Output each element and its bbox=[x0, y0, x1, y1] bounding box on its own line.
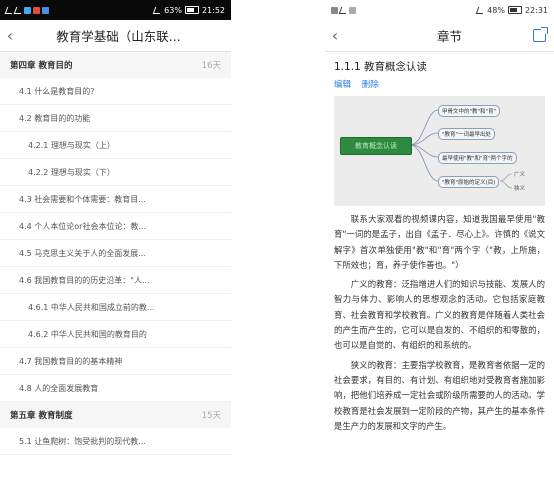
clock: 22:31 bbox=[524, 5, 548, 15]
clock: 21:52 bbox=[201, 5, 225, 15]
wifi-icon bbox=[152, 6, 163, 14]
page-title: 章节 bbox=[436, 29, 462, 44]
chapter-header[interactable]: 第四章 教育目的 16天 bbox=[0, 52, 231, 78]
delete-link[interactable]: 删除 bbox=[362, 80, 379, 90]
lesson-item[interactable]: 4.4 个人本位论or社会本位论：教... bbox=[0, 213, 231, 240]
paragraph: 广义的教育：泛指增进人们的知识与技能、发展人的智力与体力、影响人的思想观念的活动… bbox=[334, 279, 545, 351]
mind-map-leaf: 广义 bbox=[514, 172, 526, 178]
action-links: 编辑 删除 bbox=[325, 76, 554, 94]
lesson-item[interactable]: 4.3 社会需要和个体需要：教育目... bbox=[0, 186, 231, 213]
paragraph: 联系大家观看的视频课内容，知道我国最早使用"教育"一词的是孟子，出自《孟子．尽心… bbox=[334, 214, 545, 270]
left-phone-screen: 63% 21:52 ‹ 教育学基础（山东联... 第四章 教育目的 16天 4.… bbox=[0, 0, 231, 498]
wifi-icon bbox=[475, 6, 486, 14]
mind-map-node: 甲骨文中的"教"和"育" bbox=[438, 105, 501, 117]
back-arrow-icon[interactable]: ‹ bbox=[0, 26, 20, 45]
signal-icon bbox=[338, 6, 349, 14]
chapter-header[interactable]: 第五章 教育制度 15天 bbox=[0, 402, 231, 428]
lesson-item[interactable]: 4.2 教育目的的功能 bbox=[0, 105, 231, 132]
lesson-item[interactable]: 4.7 我国教育目的的基本精神 bbox=[0, 348, 231, 375]
article-body: 联系大家观看的视频课内容，知道我国最早使用"教育"一词的是孟子，出自《孟子．尽心… bbox=[325, 206, 554, 444]
battery-icon bbox=[184, 6, 199, 14]
battery-percent: 63% bbox=[164, 5, 182, 15]
back-arrow-icon[interactable]: ‹ bbox=[325, 26, 345, 45]
chapter-title: 第五章 教育制度 bbox=[10, 411, 73, 421]
chapter-title: 第四章 教育目的 bbox=[10, 61, 73, 71]
app-notification-icon bbox=[24, 6, 31, 14]
nav-bar: ‹ 教育学基础（山东联... bbox=[0, 20, 231, 52]
app-notification-icon bbox=[349, 6, 356, 14]
page-title: 教育学基础（山东联... bbox=[56, 29, 181, 44]
lesson-item[interactable]: 4.1 什么是教育目的? bbox=[0, 78, 231, 105]
mind-map-node: "教育"原始的定义(目) bbox=[438, 176, 500, 188]
app-notification-icon bbox=[33, 6, 40, 14]
right-phone-screen: 48% 22:31 ‹ 章节 1.1.1 教育概念认读 编辑 删除 教育概念认读… bbox=[325, 0, 554, 498]
lesson-list: 4.1 什么是教育目的? 4.2 教育目的的功能 4.2.1 理想与现实（上） 4.2… bbox=[0, 78, 231, 402]
battery-percent: 48% bbox=[487, 5, 505, 15]
mind-map-node: 最早使用"教"和"育"两个字的 bbox=[438, 152, 517, 164]
edit-link[interactable]: 编辑 bbox=[334, 80, 351, 90]
section-title: 1.1.1 教育概念认读 bbox=[334, 61, 428, 73]
chapter-days: 15天 bbox=[201, 411, 221, 421]
chapter-days: 16天 bbox=[201, 61, 221, 71]
lesson-item[interactable]: 4.5 马克思主义关于人的全面发展... bbox=[0, 240, 231, 267]
mind-map-image: 教育概念认读 甲骨文中的"教"和"育" "教育"一词最早出处 最早使用"教"和"… bbox=[334, 96, 545, 206]
mind-map-leaf: 狭义 bbox=[514, 186, 526, 192]
mind-map-center-node: 教育概念认读 bbox=[340, 137, 412, 155]
lesson-list: 5.1 让鱼爬树：饱受批判的现代教... bbox=[0, 428, 231, 455]
lesson-item[interactable]: 4.6.1 中华人民共和国成立前的教... bbox=[0, 294, 231, 321]
battery-icon bbox=[507, 6, 522, 14]
status-bar: 48% 22:31 bbox=[325, 0, 554, 20]
mind-map-node: "教育"一词最早出处 bbox=[438, 128, 496, 140]
lesson-item[interactable]: 5.1 让鱼爬树：饱受批判的现代教... bbox=[0, 428, 231, 455]
lesson-item[interactable]: 4.6 我国教育目的的历史沿革："人... bbox=[0, 267, 231, 294]
app-notification-icon bbox=[42, 6, 49, 14]
lesson-item[interactable]: 4.2.2 理想与现实（下） bbox=[0, 159, 231, 186]
status-bar: 63% 21:52 bbox=[0, 0, 231, 20]
signal-icon bbox=[13, 6, 24, 14]
lesson-item[interactable]: 4.6.2 中华人民共和国的教育目的 bbox=[0, 321, 231, 348]
lesson-item[interactable]: 4.2.1 理想与现实（上） bbox=[0, 132, 231, 159]
signal-icon bbox=[4, 6, 15, 14]
paragraph: 狭义的教育：主要指学校教育，是教育者依据一定的社会要求，有目的、有计划、有组织地… bbox=[334, 359, 545, 431]
lesson-item[interactable]: 4.8 人的全面发展教育 bbox=[0, 375, 231, 402]
share-icon[interactable] bbox=[533, 27, 548, 42]
app-notification-icon bbox=[331, 6, 338, 14]
nav-bar: ‹ 章节 bbox=[325, 20, 554, 52]
